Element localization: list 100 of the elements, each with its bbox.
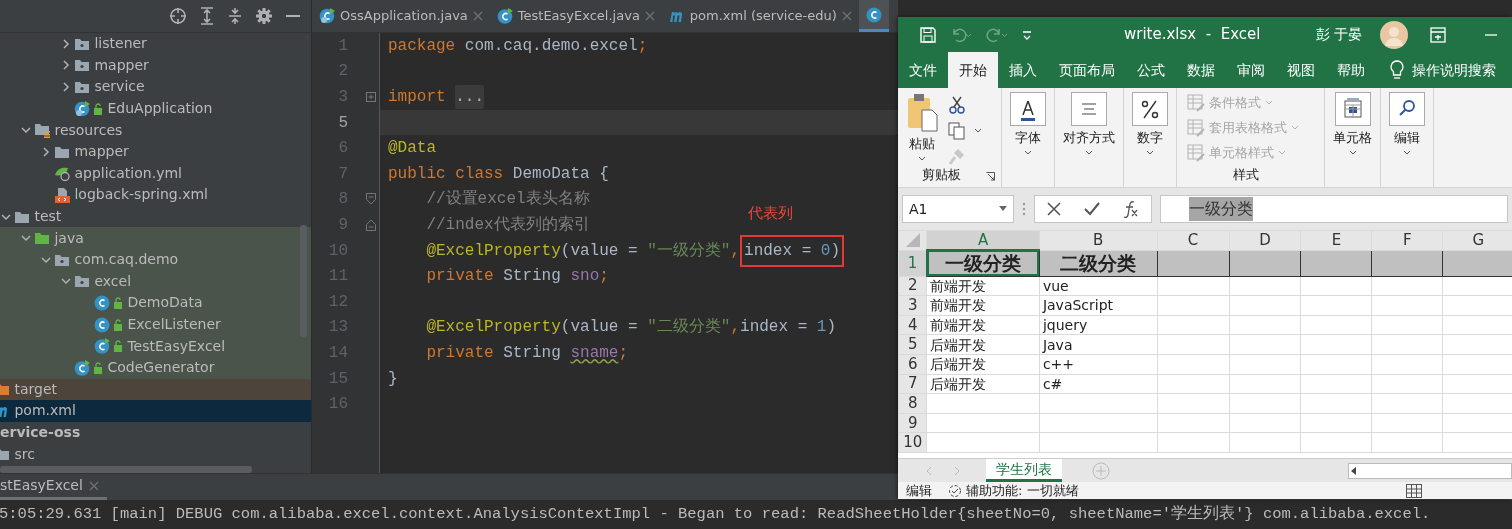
chevron-right-icon[interactable] — [41, 146, 51, 157]
ribbon-tab[interactable]: 文件 — [898, 52, 948, 88]
avatar[interactable] — [1380, 20, 1408, 49]
row-header[interactable]: 3 — [898, 295, 927, 316]
row-header[interactable]: 1 — [898, 250, 927, 277]
ribbon-tab[interactable]: 插入 — [998, 52, 1048, 88]
cancel-icon[interactable] — [1046, 202, 1061, 216]
grid-cell[interactable]: jquery — [1039, 315, 1157, 335]
name-box[interactable]: A1 — [902, 195, 1014, 223]
paste-button[interactable]: 粘贴 — [904, 92, 940, 166]
row-header[interactable]: 9 — [898, 413, 927, 433]
scrollbar[interactable] — [300, 225, 307, 337]
editing-button[interactable]: 编辑 — [1387, 92, 1427, 156]
locate-icon[interactable] — [169, 7, 187, 25]
chevron-down-icon[interactable] — [1, 211, 11, 222]
column-header[interactable]: E — [1301, 230, 1372, 251]
row-header[interactable]: 7 — [898, 374, 927, 394]
tree-item[interactable]: mapper — [0, 54, 311, 77]
ribbon-tab[interactable]: 公式 — [1126, 52, 1176, 88]
tree-item[interactable]: logback-spring.xml — [0, 184, 311, 206]
column-header[interactable]: G — [1442, 230, 1512, 251]
ribbon-tab[interactable]: 审阅 — [1226, 52, 1276, 88]
ribbon-tab[interactable]: 开始 — [948, 52, 998, 88]
function-icon[interactable] — [1123, 200, 1140, 218]
horizontal-scrollbar[interactable] — [1348, 462, 1512, 479]
grid-cell[interactable]: 前端开发 — [926, 276, 1040, 296]
grid-cell[interactable]: 前端开发 — [926, 315, 1040, 335]
row-header[interactable]: 5 — [898, 334, 927, 355]
enter-icon[interactable] — [1084, 202, 1100, 216]
grid-cell[interactable]: 前端开发 — [926, 295, 1040, 316]
ribbon-tab[interactable]: 数据 — [1176, 52, 1226, 88]
editor-tab[interactable]: pom.xml (service-edu) — [661, 0, 859, 32]
grid-cell[interactable]: 后端开发 — [926, 354, 1040, 375]
scrollbar[interactable] — [0, 466, 252, 473]
tree-item[interactable]: ervice-oss — [0, 421, 311, 444]
grid-cell[interactable]: 后端开发 — [926, 334, 1040, 355]
grid-cell[interactable]: vue — [1039, 276, 1157, 296]
chevron-right-icon[interactable] — [61, 82, 71, 92]
tree-item[interactable]: test — [0, 205, 311, 228]
grid-cell[interactable]: 后端开发 — [926, 374, 1040, 394]
customize-icon[interactable] — [1022, 28, 1032, 41]
alignment-button[interactable]: 对齐方式 — [1061, 92, 1117, 156]
copy-icon[interactable] — [948, 122, 966, 140]
row-header[interactable]: 10 — [898, 432, 927, 453]
ribbon-display-icon[interactable] — [1430, 26, 1446, 43]
grid-cell[interactable]: c++ — [1039, 354, 1157, 375]
tree-item[interactable]: src — [0, 443, 311, 465]
sheet-tab[interactable]: 学生列表 — [986, 459, 1062, 482]
chevron-down-icon[interactable] — [41, 254, 51, 265]
column-header[interactable]: A — [926, 230, 1040, 251]
row-header[interactable]: 6 — [898, 354, 927, 375]
font-button[interactable]: 字体 — [1008, 92, 1048, 156]
caret-icon[interactable] — [974, 128, 982, 134]
dialog-launcher-icon[interactable] — [986, 172, 995, 181]
chevron-down-icon[interactable] — [61, 276, 71, 287]
tree-item[interactable]: listener — [0, 33, 311, 55]
settings-icon[interactable] — [255, 7, 273, 25]
chevron-right-icon[interactable] — [61, 38, 71, 49]
grid-cell[interactable]: Java — [1039, 334, 1157, 355]
chevron-down-icon[interactable] — [21, 233, 31, 244]
tell-me-search[interactable]: 操作说明搜索 — [1376, 52, 1507, 88]
editor-tab[interactable]: TestEasyExcel.java — [489, 0, 662, 32]
editor-tab[interactable] — [858, 0, 889, 32]
tree-item[interactable]: application.yml — [0, 162, 311, 185]
tree-item[interactable]: mapper — [0, 140, 311, 163]
collapse-all-icon[interactable] — [227, 7, 243, 25]
fold-marker-icon[interactable] — [366, 218, 376, 231]
grid-cell[interactable]: JavaScript — [1039, 295, 1157, 316]
number-button[interactable]: 数字 — [1130, 92, 1170, 156]
ribbon-tab[interactable]: 帮助 — [1326, 52, 1376, 88]
tree-item[interactable]: DemoData — [0, 292, 311, 314]
grid-cell[interactable]: 一级分类 — [926, 250, 1040, 277]
tree-item[interactable]: pom.xml — [0, 400, 311, 422]
chevron-right-icon[interactable] — [61, 60, 71, 71]
column-header[interactable]: D — [1229, 230, 1301, 251]
grid-cell[interactable]: 二级分类 — [1039, 250, 1157, 277]
tree-item[interactable]: java — [0, 227, 311, 249]
expand-all-icon[interactable] — [199, 7, 215, 25]
fold-expand-icon[interactable] — [366, 91, 376, 102]
row-header[interactable]: 4 — [898, 315, 927, 335]
cells-button[interactable]: 单元格 — [1331, 92, 1374, 156]
column-header[interactable]: C — [1157, 230, 1229, 251]
row-header[interactable]: 2 — [898, 276, 927, 296]
tree-item[interactable]: service — [0, 76, 311, 98]
tree-item[interactable]: EduApplication — [0, 97, 311, 120]
fold-marker-icon[interactable] — [366, 193, 376, 206]
save-icon[interactable] — [920, 26, 936, 43]
normal-view-icon[interactable] — [1406, 483, 1422, 498]
chevron-down-icon[interactable] — [21, 125, 31, 136]
column-header[interactable]: B — [1039, 230, 1157, 251]
column-header[interactable]: F — [1371, 230, 1443, 251]
tree-item[interactable]: resources — [0, 119, 311, 141]
tree-item[interactable]: target — [0, 378, 311, 401]
tree-item[interactable]: TestEasyExcel — [0, 335, 311, 357]
tree-item[interactable]: CodeGenerator — [0, 356, 311, 379]
formula-bar[interactable]: 一级分类 — [1160, 195, 1508, 223]
row-header[interactable]: 8 — [898, 393, 927, 414]
grid-cell[interactable]: c# — [1039, 374, 1157, 394]
ribbon-tab[interactable]: 页面布局 — [1048, 52, 1126, 88]
editor-tab[interactable]: OssApplication.java — [312, 0, 490, 32]
